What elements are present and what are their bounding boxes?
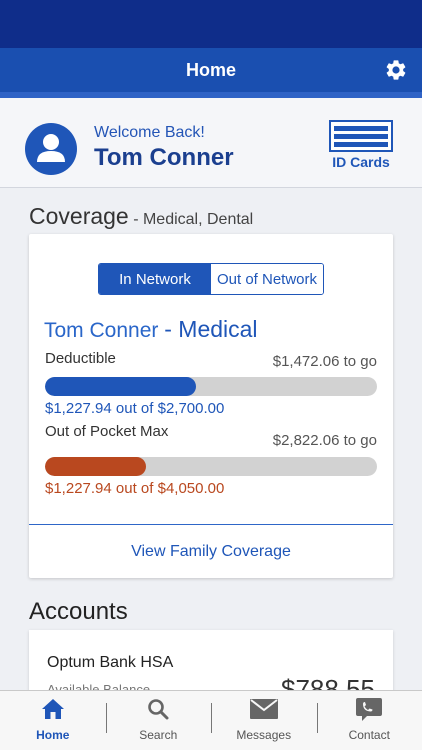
tab-home-label: Home: [36, 728, 70, 742]
id-cards-label: ID Cards: [332, 154, 390, 170]
id-cards-button[interactable]: ID Cards: [328, 120, 394, 176]
deductible-progress-bar: [45, 377, 377, 396]
deductible-amount: $1,227.94 out of $2,700.00: [45, 400, 225, 417]
oop-amount: $1,227.94 out of $4,050.00: [45, 480, 225, 497]
contact-icon: [354, 696, 384, 722]
user-name: Tom Conner: [94, 144, 234, 171]
tab-search-label: Search: [139, 728, 178, 742]
welcome-panel: Welcome Back! Tom Conner ID Cards: [0, 98, 422, 188]
tab-search[interactable]: Search: [105, 691, 212, 750]
plan-member: Tom Conner: [44, 319, 159, 342]
account-name: Optum Bank HSA: [47, 654, 174, 671]
coverage-heading: Coverage - Medical, Dental: [29, 203, 253, 230]
out-of-network-button[interactable]: Out of Network: [211, 264, 323, 294]
welcome-greeting: Welcome Back!: [94, 124, 205, 141]
accounts-heading: Accounts: [29, 598, 128, 625]
avatar-icon[interactable]: [24, 122, 78, 176]
envelope-icon: [249, 696, 279, 722]
tab-separator: [211, 703, 212, 733]
oop-progress-bar: [45, 457, 377, 476]
tab-messages[interactable]: Messages: [211, 691, 317, 750]
status-bar: [0, 0, 422, 48]
search-icon: [143, 696, 173, 722]
tab-messages-label: Messages: [236, 728, 292, 742]
page-title: Home: [185, 59, 236, 80]
tab-separator: [316, 703, 318, 733]
tab-separator: [105, 703, 107, 733]
nav-bar: Home: [0, 48, 422, 92]
tab-contact-label: Contact: [348, 728, 390, 742]
coverage-types: - Medical, Dental: [133, 211, 254, 228]
network-toggle: In Network Out of Network: [98, 263, 324, 295]
coverage-title: Coverage: [29, 203, 129, 229]
in-network-button[interactable]: In Network: [99, 264, 211, 294]
deductible-progress-fill: [45, 377, 196, 396]
tab-bar: Home Search Messages Contact: [0, 690, 422, 750]
oop-progress-fill: [45, 457, 146, 476]
view-family-coverage-link[interactable]: View Family Coverage: [29, 525, 393, 578]
oop-label: Out of Pocket Max: [45, 423, 169, 440]
home-icon: [38, 696, 68, 722]
id-card-icon: [329, 120, 393, 152]
gear-icon[interactable]: [384, 58, 408, 82]
plan-name: Tom Conner - Medical: [44, 316, 258, 343]
oop-to-go: $2,822.06 to go: [272, 432, 377, 449]
tab-contact[interactable]: Contact: [316, 691, 422, 750]
deductible-to-go: $1,472.06 to go: [272, 353, 377, 370]
tab-home[interactable]: Home: [0, 691, 106, 750]
coverage-card: In Network Out of Network Tom Conner - M…: [29, 234, 393, 578]
deductible-label: Deductible: [45, 350, 116, 367]
plan-type: - Medical: [164, 316, 258, 342]
